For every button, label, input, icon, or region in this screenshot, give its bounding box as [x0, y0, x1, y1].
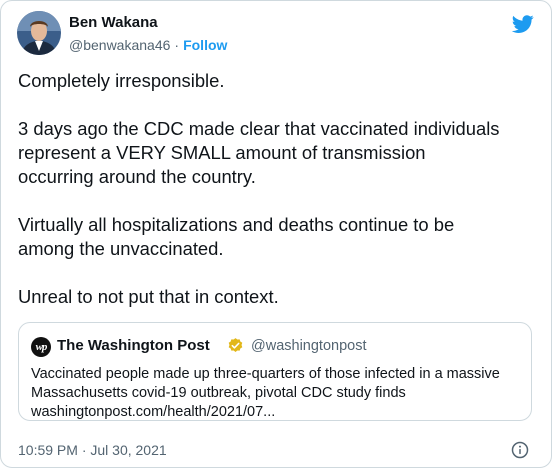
washington-post-logo: wp	[31, 337, 51, 357]
quoted-text-line: Massachusetts covid-19 outbreak, pivotal…	[31, 385, 406, 401]
tweet-paragraph: Unreal to not put that in context.	[18, 286, 279, 307]
twitter-bird-icon[interactable]	[511, 13, 535, 35]
tweet-paragraph: Virtually all hospitalizations and death…	[18, 214, 455, 259]
follow-button[interactable]: Follow	[183, 37, 227, 53]
tweet-body: Completely irresponsible. 3 days ago the…	[18, 69, 543, 309]
tweet-paragraph: 3 days ago the CDC made clear that vacci…	[18, 118, 500, 187]
tweet-card: Ben Wakana @benwakana46 · Follow Completel…	[0, 0, 552, 468]
author-handle[interactable]: @benwakana46	[69, 37, 170, 53]
quoted-link[interactable]: washingtonpost.com/health/2021/07...	[31, 403, 521, 422]
info-icon[interactable]	[511, 441, 529, 459]
verified-badge-icon	[228, 338, 243, 352]
quoted-text-line: Vaccinated people made up three-quarters…	[31, 366, 500, 382]
quoted-author-handle: @washingtonpost	[251, 338, 367, 354]
quoted-author-name: The Washington Post	[57, 337, 210, 354]
tweet-paragraph: Completely irresponsible.	[18, 70, 225, 91]
author-handle-row: @benwakana46 · Follow	[69, 37, 227, 53]
quoted-tweet[interactable]: wp The Washington Post @washingtonpost V…	[18, 322, 532, 421]
separator-dot: ·	[174, 37, 180, 53]
author-name[interactable]: Ben Wakana	[69, 14, 158, 31]
author-avatar[interactable]	[17, 11, 61, 55]
tweet-timestamp[interactable]: 10:59 PM · Jul 30, 2021	[18, 442, 167, 458]
quoted-text: Vaccinated people made up three-quarters…	[31, 365, 521, 422]
